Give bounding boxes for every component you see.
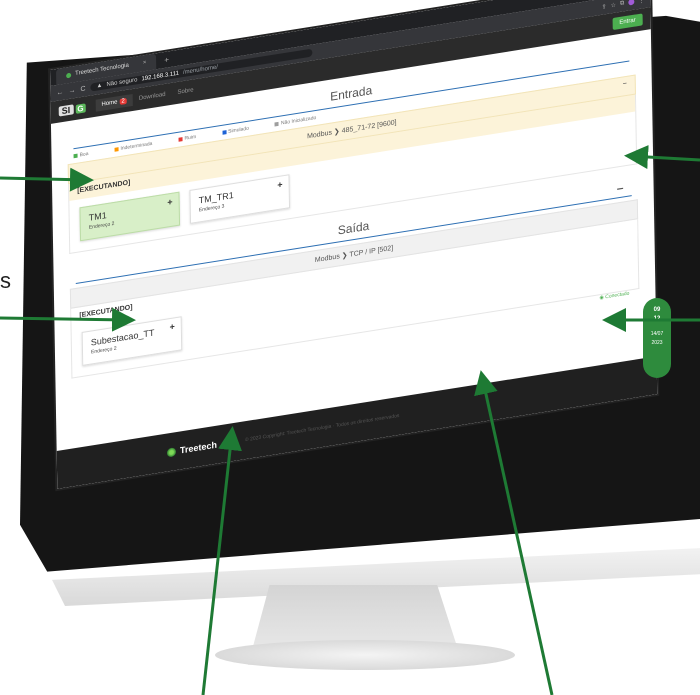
- tree-icon: [166, 446, 177, 458]
- treetech-logo: Treetech: [166, 440, 217, 458]
- nav-home[interactable]: Home 2: [95, 93, 133, 112]
- profile-icon[interactable]: [628, 0, 635, 6]
- back-icon[interactable]: ←: [56, 88, 63, 96]
- favicon-icon: [66, 72, 72, 78]
- expand-plus-icon[interactable]: +: [277, 179, 282, 190]
- expand-plus-icon[interactable]: +: [169, 321, 174, 332]
- legend-swatch: [73, 153, 78, 159]
- legend-swatch: [274, 121, 279, 127]
- forward-icon[interactable]: →: [68, 86, 75, 94]
- close-tab-icon[interactable]: ×: [143, 60, 147, 67]
- login-button[interactable]: Entrar: [612, 13, 643, 31]
- collapse-icon[interactable]: –: [617, 180, 624, 195]
- menu-icon[interactable]: ⋮: [638, 0, 644, 5]
- app-logo[interactable]: SI G: [58, 102, 86, 117]
- new-tab-button[interactable]: +: [164, 55, 169, 65]
- legend-item: Ruim: [178, 134, 196, 143]
- expand-plus-icon[interactable]: +: [167, 197, 172, 208]
- reload-icon[interactable]: C: [80, 85, 85, 93]
- legend-item: Boa: [73, 151, 89, 159]
- device-card-subestacao-tt[interactable]: Subestacao_TT Endereço 2 +: [81, 316, 183, 366]
- security-label: Não seguro: [106, 77, 138, 89]
- share-icon[interactable]: ⇪: [602, 3, 607, 11]
- nav-sobre[interactable]: Sobre: [171, 83, 199, 99]
- legend-swatch: [114, 147, 119, 152]
- legend-swatch: [178, 137, 183, 142]
- extensions-icon[interactable]: ⧉: [620, 0, 624, 7]
- cropped-caption-text: s: [0, 268, 11, 293]
- monitor-stand-base: [215, 640, 515, 670]
- url-path: /menu/home/: [182, 64, 219, 76]
- home-badge: 2: [119, 97, 127, 106]
- device-card-tm1[interactable]: TM1 Endereço 2 +: [79, 191, 181, 242]
- warning-icon: ▲: [96, 82, 103, 90]
- collapse-icon[interactable]: –: [623, 80, 627, 88]
- device-card-tm-tr1[interactable]: TM_TR1 Endereço 3 +: [189, 174, 291, 224]
- star-icon[interactable]: ☆: [611, 1, 616, 9]
- legend-swatch: [222, 130, 227, 135]
- datetime-badge: 09 12 14/07 2023: [643, 298, 671, 378]
- nav-download[interactable]: Download: [133, 88, 172, 106]
- url-host: 192.168.3.111: [141, 70, 179, 83]
- legend-item: Simulado: [222, 126, 249, 136]
